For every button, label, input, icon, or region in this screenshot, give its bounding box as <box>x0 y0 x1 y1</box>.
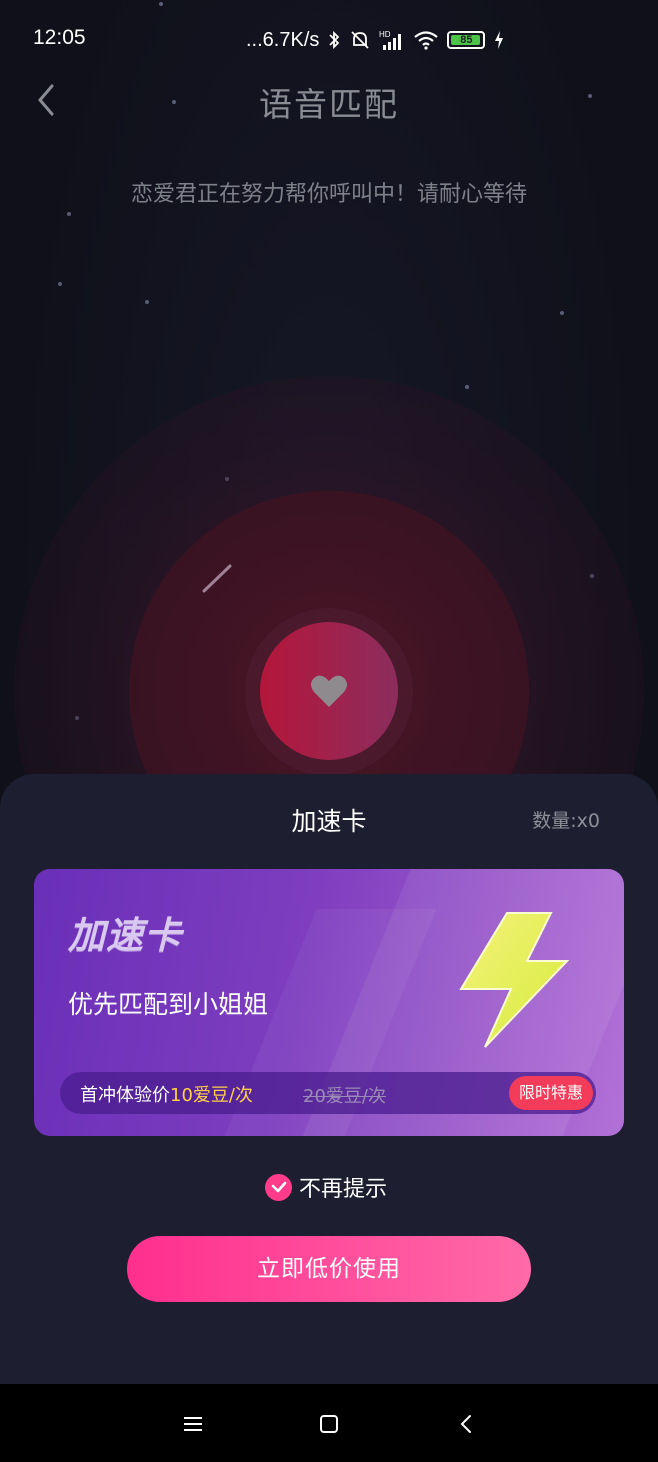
network-speed: ...6.7K/s <box>246 28 320 51</box>
matching-status-text: 恋爱君正在努力帮你呼叫中！请耐心等待 <box>130 182 527 207</box>
price-bar: 首冲体验价10爱豆/次 20爱豆/次 限时特惠 <box>60 1072 596 1114</box>
checkbox-label: 不再提示 <box>299 1177 388 1202</box>
dont-remind-checkbox[interactable]: 不再提示 <box>265 1172 387 1202</box>
card-description: 优先匹配到小姐姐 <box>68 990 269 1019</box>
status-icons: ...6.7K/s HD 85 <box>246 26 505 54</box>
chevron-left-icon <box>460 1415 471 1433</box>
lightning-bolt-icon <box>459 912 569 1048</box>
nav-home-button[interactable] <box>309 1404 349 1444</box>
check-icon <box>271 1181 286 1193</box>
checkbox-checked[interactable] <box>265 1173 292 1201</box>
battery-level: 85 <box>460 34 473 46</box>
star-decoration <box>560 311 564 315</box>
star-decoration <box>465 385 469 389</box>
square-icon <box>320 1415 338 1433</box>
limited-offer-badge: 限时特惠 <box>508 1076 593 1110</box>
star-decoration <box>145 300 149 304</box>
charging-icon <box>495 31 504 49</box>
page-title: 语音匹配 <box>259 85 399 124</box>
battery-indicator: 85 <box>447 31 486 49</box>
status-time: 12:05 <box>33 26 86 49</box>
mute-bell-icon <box>351 31 370 49</box>
star-decoration <box>58 282 62 286</box>
bluetooth-icon <box>329 30 340 50</box>
heart-icon <box>311 675 347 707</box>
card-title: 加速卡 <box>68 914 182 957</box>
svg-text:HD: HD <box>379 30 391 39</box>
signal-icon: HD <box>379 30 402 50</box>
card-quantity: 数量:x0 <box>532 810 600 832</box>
speed-card[interactable]: 加速卡 优先匹配到小姐姐 首冲体验价10爱豆/次 20爱豆/次 限时特惠 <box>34 869 624 1136</box>
price-label: 首冲体验价 <box>80 1085 170 1106</box>
price-value: 10爱豆/次 <box>170 1085 253 1106</box>
menu-icon <box>184 1417 202 1431</box>
star-decoration <box>67 212 71 216</box>
price-text: 首冲体验价10爱豆/次 <box>80 1081 253 1107</box>
speed-card-sheet: 加速卡 数量:x0 加速卡 优先匹配到小姐姐 首冲体验价10爱豆/次 20爱豆/… <box>0 774 658 1384</box>
wifi-icon <box>414 31 439 50</box>
nav-back-button[interactable] <box>447 1404 487 1444</box>
shooting-star-decoration <box>202 564 232 593</box>
status-bar: 12:05 ...6.7K/s HD 85 <box>0 0 658 80</box>
system-navigation-bar <box>0 1384 658 1462</box>
original-price: 20爱豆/次 <box>303 1086 386 1107</box>
use-now-button[interactable]: 立即低价使用 <box>127 1236 531 1302</box>
voice-match-screen: 12:05 ...6.7K/s HD 85 语音匹配 恋爱君正在努力帮你呼叫中！… <box>0 0 658 1462</box>
nav-menu-button[interactable] <box>173 1404 213 1444</box>
